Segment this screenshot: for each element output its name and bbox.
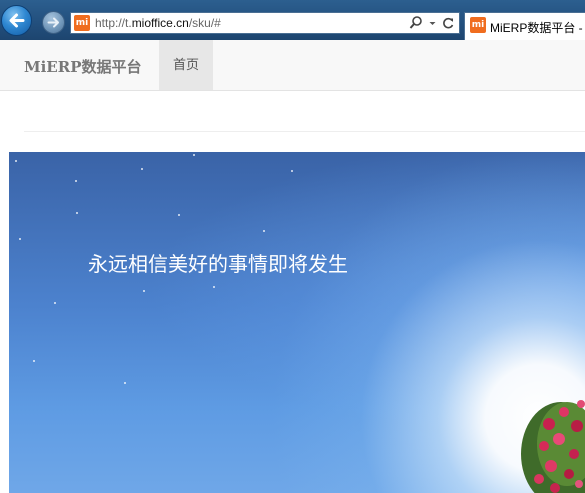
star <box>75 180 77 182</box>
star <box>291 170 293 172</box>
nav-item-home[interactable]: 首页 <box>159 40 213 90</box>
back-button[interactable] <box>1 5 32 36</box>
tab-title: MiERP数据平台 - <box>490 21 583 35</box>
star <box>263 230 265 232</box>
star <box>33 360 35 362</box>
navbar: MiERP数据平台 首页 <box>0 40 585 91</box>
address-tools <box>409 15 455 31</box>
sun-glow <box>9 152 585 493</box>
address-bar[interactable]: mi http://t.mioffice.cn/sku/# <box>70 12 460 34</box>
back-arrow-icon <box>9 13 25 28</box>
star <box>213 286 215 288</box>
flower-bush-image <box>521 400 585 493</box>
dropdown-icon[interactable] <box>428 15 437 36</box>
refresh-icon[interactable] <box>441 15 455 36</box>
favicon-icon: mi <box>74 15 90 31</box>
star <box>54 302 56 304</box>
url-text[interactable]: http://t.mioffice.cn/sku/# <box>95 16 221 30</box>
star <box>124 382 126 384</box>
brand-link[interactable]: MiERP数据平台 <box>24 56 141 77</box>
hero-banner: 永远相信美好的事情即将发生 <box>9 152 585 493</box>
hero-slogan: 永远相信美好的事情即将发生 <box>88 252 348 276</box>
star <box>141 168 143 170</box>
browser-chrome: mi http://t.mioffice.cn/sku/# mi MiERP数据… <box>0 0 585 40</box>
star <box>143 290 145 292</box>
favicon-icon: mi <box>470 17 486 33</box>
star <box>76 212 78 214</box>
star <box>15 160 17 162</box>
search-icon[interactable] <box>409 15 423 36</box>
browser-tab[interactable]: mi MiERP数据平台 - <box>464 12 585 40</box>
forward-button[interactable] <box>42 11 65 34</box>
star <box>19 238 21 240</box>
star <box>178 214 180 216</box>
star <box>193 154 195 156</box>
forward-arrow-icon <box>47 17 59 28</box>
divider <box>24 131 585 132</box>
